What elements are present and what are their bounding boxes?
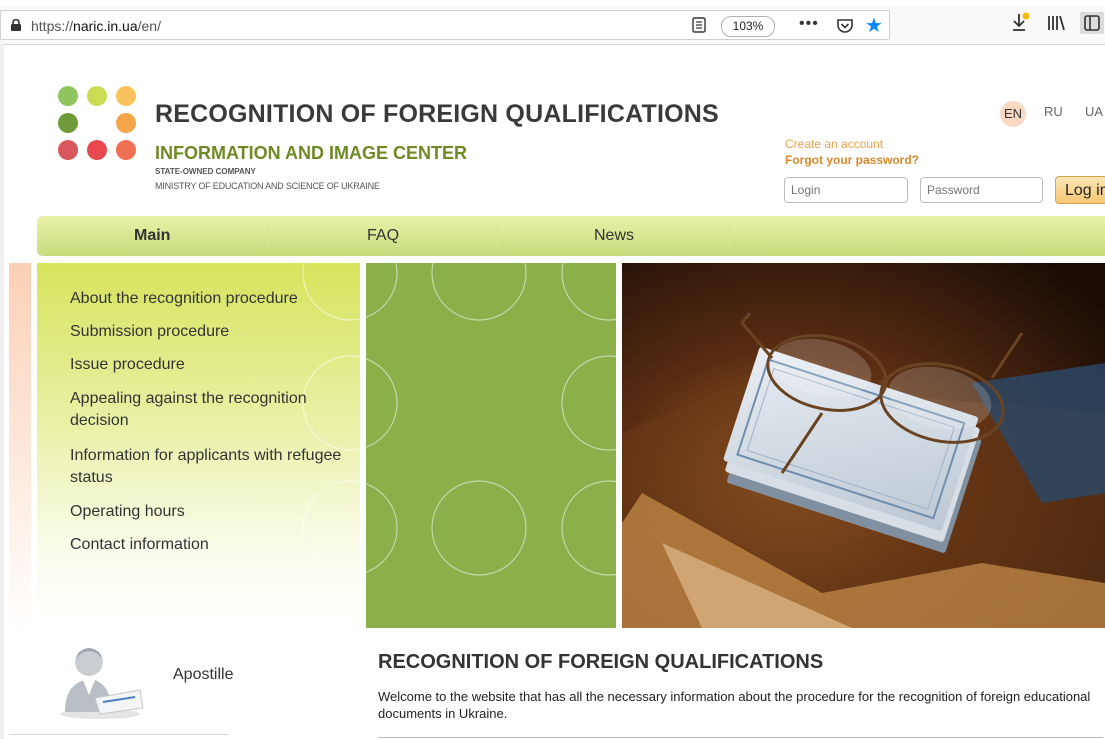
- logo-dot: [58, 113, 78, 133]
- ministry-name: MINISTRY OF EDUCATION AND SCIENCE OF UKR…: [155, 181, 380, 191]
- nav-divider: [267, 224, 268, 248]
- sidebar-icon: [1084, 15, 1100, 31]
- menu-item-appealing[interactable]: Appealing against the recognition decisi…: [70, 388, 360, 432]
- decorative-circle-panel: [366, 263, 616, 628]
- menu-item-about-recognition[interactable]: About the recognition procedure: [70, 288, 360, 310]
- zoom-level-button[interactable]: 103%: [721, 16, 775, 37]
- forgot-password-link[interactable]: Forgot your password?: [785, 153, 919, 167]
- hero-photo-glasses-documents: [622, 263, 1105, 628]
- language-en[interactable]: EN: [1000, 101, 1026, 127]
- nav-divider: [497, 224, 498, 248]
- download-icon[interactable]: [1010, 12, 1030, 34]
- logo-dot: [58, 140, 78, 160]
- menu-item-issue[interactable]: Issue procedure: [70, 354, 360, 376]
- logo-dot: [87, 140, 107, 160]
- site-title: RECOGNITION OF FOREIGN QUALIFICATIONS: [155, 100, 719, 128]
- menu-item-submission[interactable]: Submission procedure: [70, 321, 360, 343]
- language-ru[interactable]: RU: [1044, 104, 1063, 119]
- content-heading: RECOGNITION OF FOREIGN QUALIFICATIONS: [378, 651, 824, 673]
- main-nav: Main FAQ News: [37, 216, 1105, 256]
- nav-divider: [729, 224, 730, 248]
- logo-dot: [58, 86, 78, 106]
- login-button[interactable]: Log in: [1055, 176, 1105, 204]
- sidebar-menu: About the recognition procedure Submissi…: [37, 263, 360, 628]
- apostille-link[interactable]: Apostille: [173, 666, 233, 684]
- page-actions-menu-icon[interactable]: •••: [799, 15, 819, 33]
- menu-item-operating-hours[interactable]: Operating hours: [70, 501, 360, 523]
- create-account-link[interactable]: Create an account: [785, 137, 883, 151]
- divider: [9, 734, 229, 735]
- site-subtitle: INFORMATION AND IMAGE CENTER: [155, 143, 467, 163]
- logo-dot: [87, 86, 107, 106]
- divider: [378, 737, 1103, 738]
- logo-dot: [116, 86, 136, 106]
- login-input[interactable]: [784, 177, 908, 203]
- nav-main[interactable]: Main: [134, 227, 170, 245]
- pocket-icon[interactable]: [836, 17, 854, 35]
- circle-pattern: [366, 263, 616, 576]
- site-logo[interactable]: [58, 86, 140, 164]
- address-bar[interactable]: https://naric.in.ua/en/ 103% ••• ★: [0, 10, 890, 40]
- apostille-person-icon[interactable]: [55, 640, 145, 720]
- bookmark-star-icon[interactable]: ★: [865, 16, 883, 36]
- lock-icon: [11, 19, 21, 31]
- language-ua[interactable]: UA: [1085, 104, 1103, 119]
- menu-item-refugee-info[interactable]: Information for applicants with refugee …: [70, 445, 360, 489]
- company-type: STATE-OWNED COMPANY: [155, 167, 256, 176]
- menu-item-contact[interactable]: Contact information: [70, 534, 360, 556]
- sidebar-toggle-button[interactable]: [1080, 12, 1104, 34]
- password-input[interactable]: [920, 177, 1043, 203]
- browser-toolbar: https://naric.in.ua/en/ 103% ••• ★: [0, 0, 1105, 45]
- library-icon[interactable]: [1046, 14, 1066, 32]
- reader-view-icon[interactable]: [691, 17, 707, 33]
- url-text[interactable]: https://naric.in.ua/en/: [31, 18, 161, 34]
- logo-dot: [116, 140, 136, 160]
- logo-dot: [116, 113, 136, 133]
- nav-faq[interactable]: FAQ: [367, 227, 399, 245]
- decorative-strip: [9, 263, 31, 633]
- nav-news[interactable]: News: [594, 227, 634, 245]
- content-intro-text: Welcome to the website that has all the …: [378, 689, 1091, 721]
- window-edge: [0, 44, 4, 739]
